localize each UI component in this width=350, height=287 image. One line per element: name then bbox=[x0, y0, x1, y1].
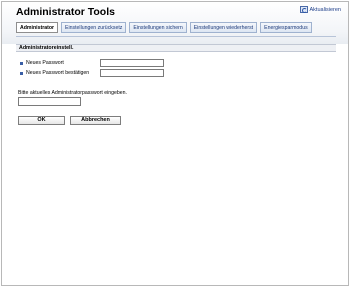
refresh-icon bbox=[299, 6, 308, 13]
confirm-password-input[interactable] bbox=[100, 69, 164, 77]
page-title: Administrator Tools bbox=[16, 6, 115, 18]
current-password-input[interactable] bbox=[18, 97, 81, 106]
confirm-password-row: Neues Passwort bestätigen bbox=[20, 69, 164, 77]
refresh-link[interactable]: Aktualisieren bbox=[299, 6, 342, 13]
ok-button[interactable]: OK bbox=[18, 116, 65, 125]
page-frame: Administrator Tools Aktualisieren Admini… bbox=[1, 1, 349, 286]
section-title: Administratoreinstell. bbox=[16, 44, 336, 52]
confirm-password-label: Neues Passwort bestätigen bbox=[26, 70, 90, 76]
tab-bar: Administrator Einstellungen zurücksetz E… bbox=[16, 22, 312, 33]
cancel-button[interactable]: Abbrechen bbox=[70, 116, 121, 125]
refresh-label: Aktualisieren bbox=[309, 6, 342, 13]
tab-energy-saver[interactable]: Energiesparmodus bbox=[260, 22, 312, 33]
bullet-icon bbox=[20, 71, 23, 75]
bullet-icon bbox=[20, 61, 23, 65]
tab-reset-settings[interactable]: Einstellungen zurücksetz bbox=[61, 22, 127, 33]
tab-divider bbox=[16, 36, 336, 37]
new-password-input[interactable] bbox=[100, 59, 164, 67]
current-password-prompt: Bitte aktuelles Administratorpasswort ei… bbox=[18, 90, 127, 96]
tab-restore-settings[interactable]: Einstellungen wiederherst bbox=[189, 22, 258, 33]
tab-administrator[interactable]: Administrator bbox=[16, 22, 59, 33]
new-password-row: Neues Passwort bbox=[20, 59, 164, 67]
new-password-label: Neues Passwort bbox=[26, 60, 64, 66]
tab-backup-settings[interactable]: Einstellungen sichern bbox=[129, 22, 187, 33]
